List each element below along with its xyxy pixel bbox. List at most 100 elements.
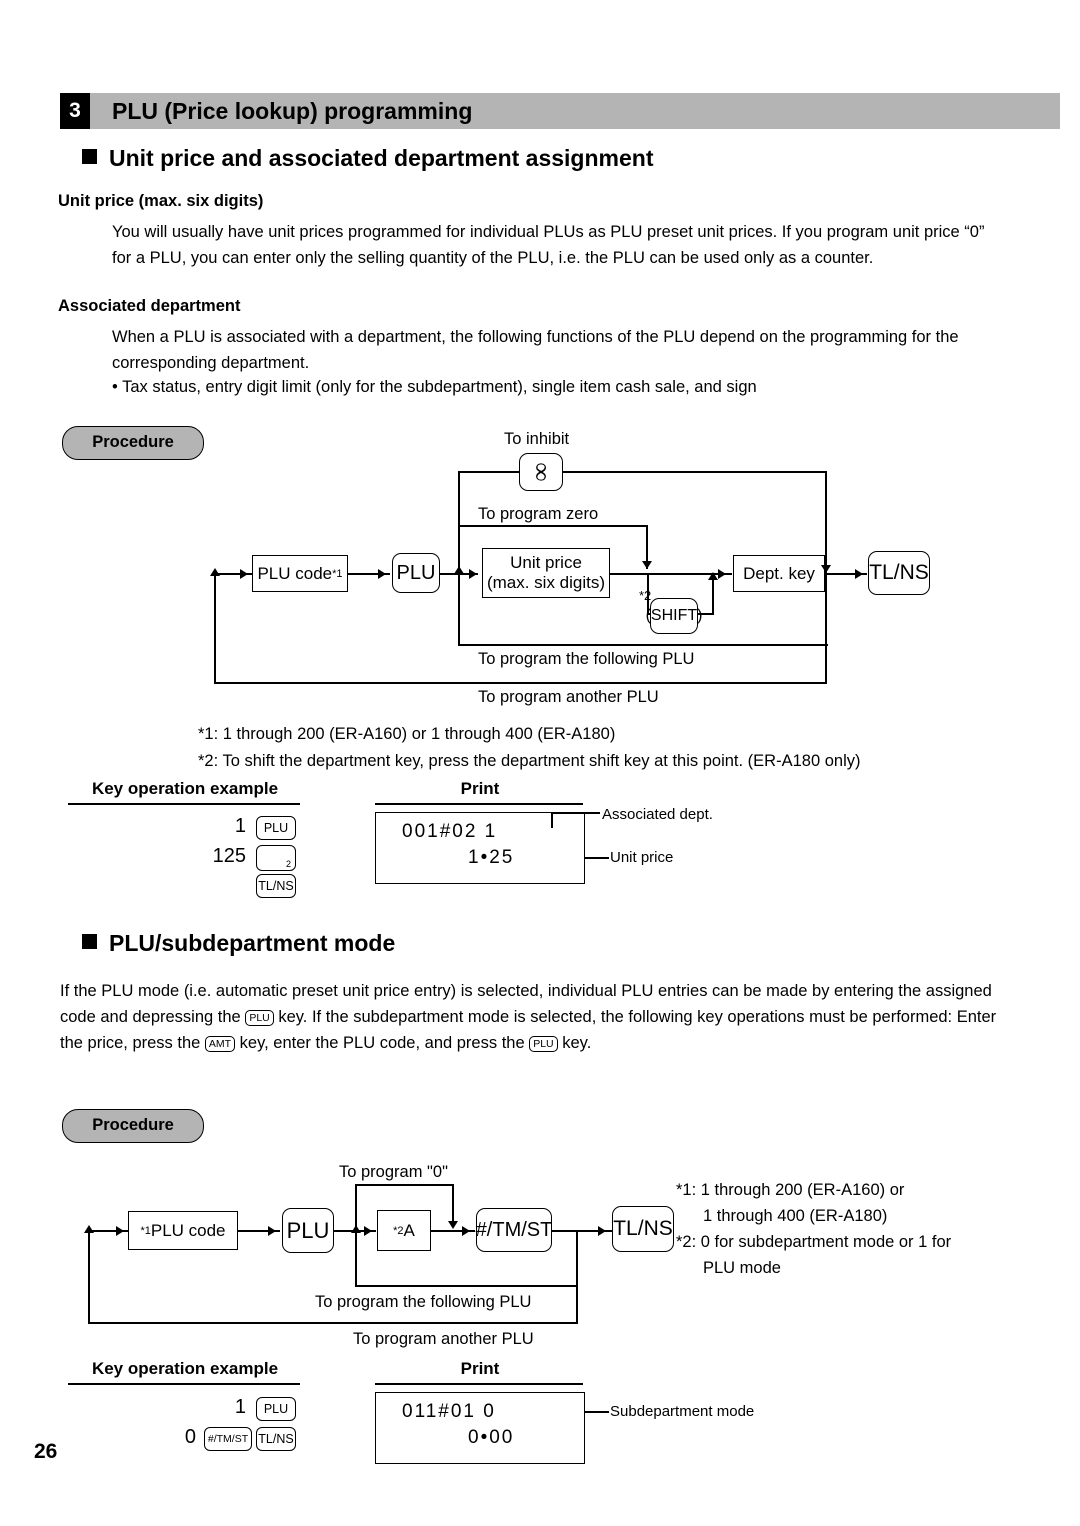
section-title: PLU (Price lookup) programming (112, 98, 473, 124)
diagram1-arrow-down-to-tlns-line (821, 565, 831, 573)
block2-body-part3: key, enter the PLU code, and press the (235, 1034, 530, 1052)
diagram2-label-to-program-0: To program "0" (339, 1163, 448, 1181)
diagram2-key-plu: PLU (282, 1208, 334, 1253)
diagram2-line-zero-left-vert (355, 1184, 357, 1231)
diagram1-key-tlns: TL/NS (868, 551, 930, 595)
diagram2-node-a: *2 A (377, 1210, 431, 1251)
diagram1-node-dept-key: Dept. key (733, 555, 825, 592)
diagram1-line-shift-up (712, 575, 714, 614)
diagram1-line-inhibit-right-horiz (562, 471, 826, 473)
inline-key-amt: AMT (204, 1036, 236, 1052)
block2-print-line2: 0•00 (468, 1427, 515, 1448)
diagram1-line-zero-horiz (458, 525, 648, 527)
diagram1-line-another-right-vert (825, 573, 827, 683)
diagram2-arrow-to-a (364, 1226, 372, 1236)
block2-callout1-horiz (585, 1411, 609, 1413)
diagram1-line-inhibit-right-vert (825, 471, 827, 575)
inline-key-plu-2: PLU (529, 1036, 558, 1052)
block2-keyop-key-tmst: #/TM/ST (204, 1427, 252, 1451)
diagram2-arrow-to-tlns (598, 1226, 606, 1236)
block2-keyop-row1-num: 1 (234, 1396, 246, 1418)
block1-assoc-dept-bullet: • Tax status, entry digit limit (only fo… (112, 378, 757, 396)
procedure-badge-1: Procedure (62, 426, 204, 460)
block2-heading: PLU/subdepartment mode (82, 930, 395, 957)
diagram1-arrow-into-plucode (240, 569, 248, 579)
block1-footnote-2: *2: To shift the department key, press t… (198, 752, 861, 770)
diagram1-arrow-zero-down (642, 561, 652, 569)
diagram2-line-another-right-vert (576, 1230, 578, 1323)
block1-footnote-1: *1: 1 through 200 (ER-A160) or 1 through… (198, 725, 616, 743)
diagram2-line-following-left-vert (355, 1230, 357, 1286)
diagram1-line-another-horiz (214, 682, 827, 684)
diagram2-line-another-horiz (88, 1322, 578, 1324)
block1-unit-price-body: You will usually have unit prices progra… (112, 223, 985, 267)
diagram1-mark-shift: *2 (639, 588, 652, 603)
diagram1-arrow-to-unitprice (469, 569, 477, 579)
block1-print-header: Print (460, 779, 500, 798)
inline-key-plu-1: PLU (245, 1010, 274, 1026)
block1-print-line2: 1•25 (468, 847, 515, 868)
block2-keyop-row2-num: 0 (184, 1426, 196, 1448)
diagram2-key-tmst: #/TM/ST (476, 1208, 552, 1252)
diagram1-arrow-to-plukey (378, 569, 386, 579)
diagram1-arrow-shift-up (708, 572, 718, 580)
page-number: 26 (34, 1440, 58, 1463)
diagram1-line-following-left-vert (458, 573, 460, 645)
diagram2-label-following-plu: To program the following PLU (315, 1293, 532, 1311)
block1-callout1-horiz (551, 812, 600, 814)
diagram1-arrow-another-up (210, 568, 220, 576)
procedure-badge-2: Procedure (62, 1109, 204, 1143)
block2-footnote-2-line1: *2: 0 for subdepartment mode or 1 for (676, 1233, 952, 1251)
diagram2-line-another-left-vert (88, 1230, 90, 1323)
diagram1-node-unit-price: Unit price (max. six digits) (482, 548, 610, 598)
diagram2-node-a-sup: *2 (393, 1224, 404, 1237)
diagram2-line-zero-horiz (355, 1184, 454, 1186)
block2-keyop-key-tlns: TL/NS (256, 1427, 296, 1451)
diagram2-line-following-horiz (355, 1285, 578, 1287)
diagram1-key-plu: PLU (392, 553, 440, 593)
diagram2-line-zero-right-vert (452, 1184, 454, 1226)
section-header: 3 PLU (Price lookup) programming (60, 93, 1060, 129)
block1-keyop-rule (68, 803, 300, 805)
block1-keyop-key-plu: PLU (256, 816, 296, 840)
diagram1-node-plu-code: PLU code *1 (252, 555, 348, 592)
document-page: 3 PLU (Price lookup) programming Unit pr… (0, 0, 1080, 1526)
diagram2-node-plu-code: *1 PLU code (128, 1211, 238, 1250)
diagram1-label-to-program-zero: To program zero (478, 505, 599, 523)
block2-footnote-2-line2: PLU mode (703, 1259, 781, 1277)
block1-subheading-assoc-dept: Associated department (58, 297, 241, 315)
diagram1-label-following-plu: To program the following PLU (478, 650, 695, 668)
section-number: 3 (60, 93, 90, 129)
diagram1-key-shift: (SHIFT) (646, 598, 702, 634)
block1-assoc-dept-body: When a PLU is associated with a departme… (112, 328, 959, 372)
block1-subheading-unit-price: Unit price (max. six digits) (58, 192, 264, 210)
diagram2-arrow-to-plukey (268, 1226, 276, 1236)
block1-keyop-key-dept2: 2 (256, 845, 296, 871)
diagram2-arrow-another-up (84, 1225, 94, 1233)
diagram1-line-inhibit-left-vert (458, 471, 460, 574)
block1-keyop-row2-num: 125 (212, 845, 246, 867)
block2-footnote-1-line1: *1: 1 through 200 (ER-A160) or (676, 1181, 905, 1199)
block1-callout2-horiz (585, 857, 609, 859)
block1-callout1-vert (551, 812, 553, 828)
block1-keyop-row1-num: 1 (234, 815, 246, 837)
block1-print-line1: 001#02 1 (402, 821, 498, 842)
block2-keyop-header: Key operation example (91, 1359, 279, 1378)
block1-callout-unit-price: Unit price (610, 849, 674, 866)
block2-callout-subdepartment-mode: Subdepartment mode (610, 1403, 755, 1420)
diagram2-label-another-plu: To program another PLU (353, 1330, 534, 1348)
block2-body: If the PLU mode (i.e. automatic preset u… (60, 978, 1020, 1056)
diagram2-key-tlns: TL/NS (612, 1206, 674, 1252)
block1-print-rule (375, 803, 583, 805)
diagram1-label-another-plu: To program another PLU (478, 688, 659, 706)
diagram1-line-following-horiz (458, 644, 828, 646)
diagram1-label-to-inhibit: To inhibit (504, 430, 570, 448)
block2-print-line1: 011#01 0 (402, 1401, 496, 1422)
diagram2-arrow-into-plucode (116, 1226, 124, 1236)
block2-footnote-1-line2: 1 through 400 (ER-A180) (703, 1207, 888, 1225)
bullet-square-icon-2 (82, 934, 97, 949)
diagram2-arrow-zero-down (448, 1221, 458, 1229)
block1-callout-associated-dept: Associated dept. (602, 806, 713, 823)
diagram1-node-plu-code-sup: *1 (332, 567, 343, 580)
bullet-square-icon (82, 149, 97, 164)
